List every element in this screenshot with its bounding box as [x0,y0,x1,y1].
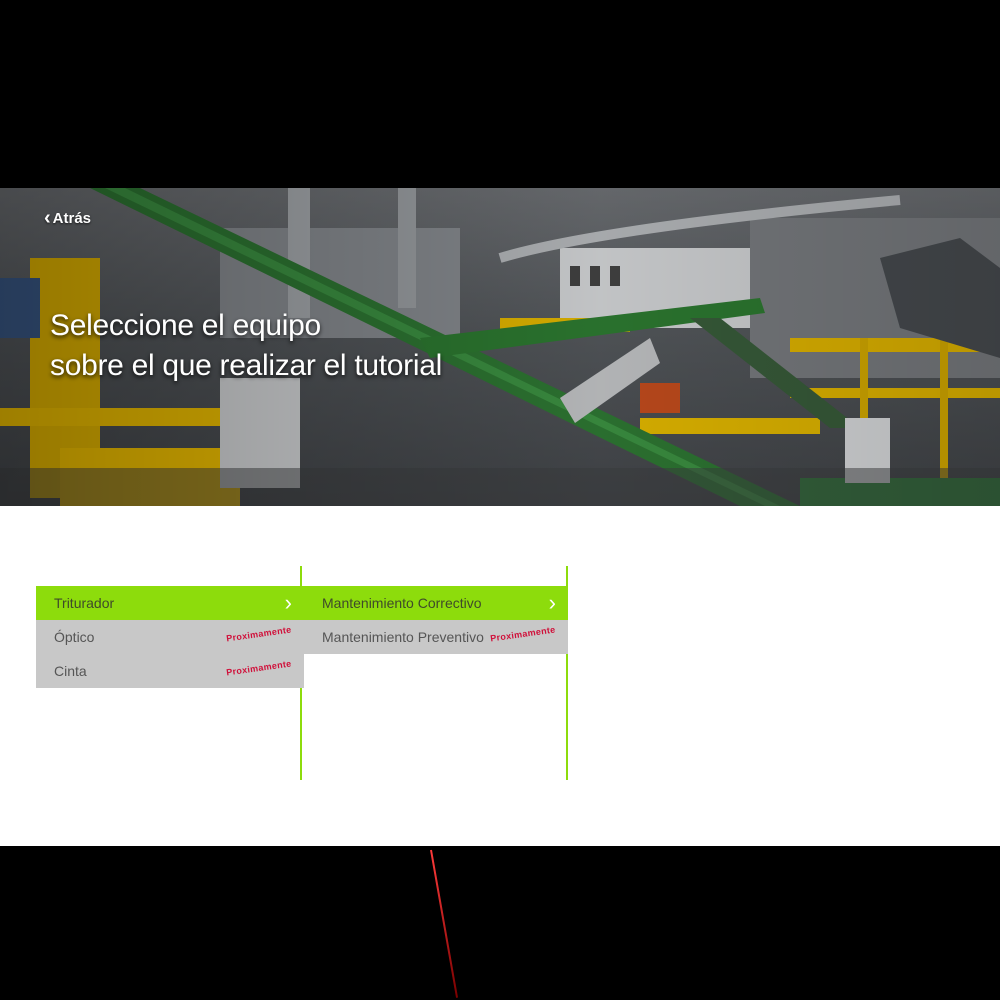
item-label: Mantenimiento Preventivo [322,629,484,645]
list-item-mantenimiento-preventivo[interactable]: Mantenimiento Preventivo Proximamente [304,620,568,654]
back-button[interactable]: ‹ Atrás [44,208,91,228]
item-label: Cinta [54,663,87,679]
title-line-2: sobre el que realizar el tutorial [50,349,442,382]
list-item-triturador[interactable]: Triturador › [36,586,304,620]
equipment-list: Triturador › Óptico Proximamente Cinta P… [36,586,304,688]
item-label: Mantenimiento Correctivo [322,595,482,611]
title-line-1: Seleccione el equipo [50,309,321,342]
coming-soon-badge: Proximamente [225,624,293,644]
coming-soon-badge: Proximamente [489,624,557,644]
list-item-mantenimiento-correctivo[interactable]: Mantenimiento Correctivo › [304,586,568,620]
coming-soon-badge: Proximamente [225,658,293,678]
tutorial-type-list: Mantenimiento Correctivo › Mantenimiento… [304,586,568,654]
tutorial-panel: ‹ Atrás Seleccione el equipo sobre el qu… [0,188,1000,846]
item-label: Óptico [54,629,95,645]
controller-pointer-ray [430,849,459,998]
page-title: Seleccione el equipo sobre el que realiz… [50,306,442,386]
back-label: Atrás [52,209,92,227]
hero-banner: ‹ Atrás Seleccione el equipo sobre el qu… [0,188,1000,506]
chevron-right-icon: › [284,590,292,615]
item-label: Triturador [54,595,115,611]
chevron-right-icon: › [548,590,556,615]
list-item-cinta[interactable]: Cinta Proximamente [36,654,304,688]
list-item-optico[interactable]: Óptico Proximamente [36,620,304,654]
chevron-left-icon: ‹ [44,207,51,229]
